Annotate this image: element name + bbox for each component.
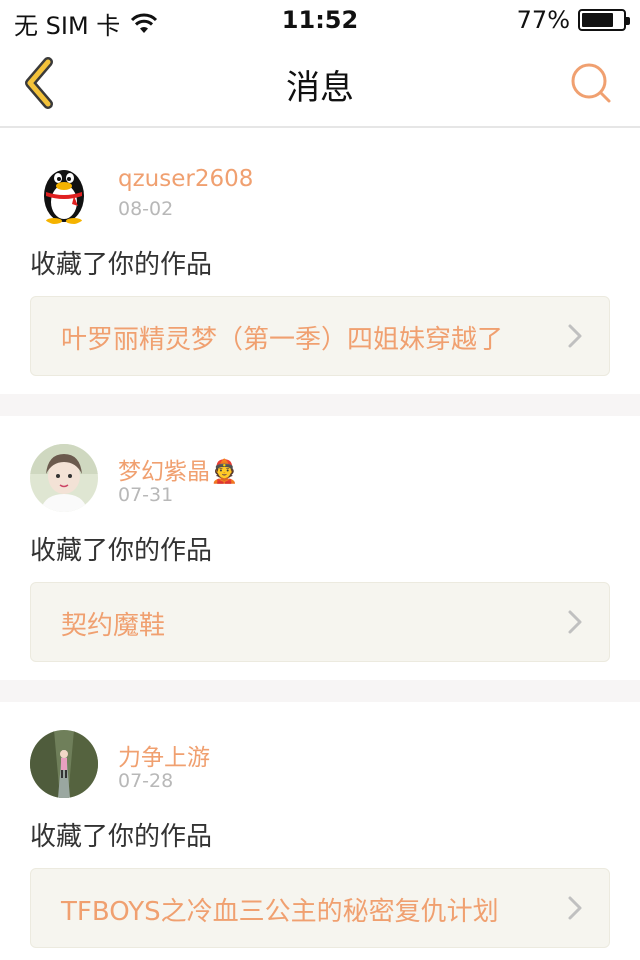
chevron-right-icon <box>568 896 582 920</box>
message-list: qzuser2608 08-02 收藏了你的作品 叶罗丽精灵梦（第一季）四姐妹穿… <box>0 130 640 960</box>
work-title: 契约魔鞋 <box>61 611 166 641</box>
battery-percent: 77% <box>516 6 570 34</box>
section-divider <box>0 680 640 702</box>
penguin-avatar[interactable] <box>30 158 98 226</box>
action-text: 收藏了你的作品 <box>30 822 213 852</box>
work-title: TFBOYS之冷血三公主的秘密复仇计划 <box>61 897 499 927</box>
message-date: 07-31 <box>118 484 174 506</box>
message-card: 梦幻紫晶👲 07-31 收藏了你的作品 契约魔鞋 <box>0 416 640 680</box>
message-date: 07-28 <box>118 770 174 792</box>
penguin-icon <box>30 158 98 226</box>
section-divider <box>0 394 640 416</box>
page-title: 消息 <box>286 68 354 108</box>
battery-level <box>582 13 613 27</box>
work-link[interactable]: 契约魔鞋 <box>30 582 610 662</box>
action-text: 收藏了你的作品 <box>30 536 213 566</box>
chevron-right-icon <box>568 610 582 634</box>
message-date: 08-02 <box>118 198 174 220</box>
work-link[interactable]: TFBOYS之冷血三公主的秘密复仇计划 <box>30 868 610 948</box>
username[interactable]: 力争上游 <box>118 738 210 772</box>
status-right: 77% <box>516 6 630 34</box>
chevron-right-icon <box>568 324 582 348</box>
work-title: 叶罗丽精灵梦（第一季）四姐妹穿越了 <box>61 325 504 355</box>
nav-bar: 消息 <box>0 40 640 128</box>
action-text: 收藏了你的作品 <box>30 250 213 280</box>
work-link[interactable]: 叶罗丽精灵梦（第一季）四姐妹穿越了 <box>30 296 610 376</box>
username[interactable]: qzuser2608 <box>118 166 253 192</box>
username[interactable]: 梦幻紫晶👲 <box>118 452 239 486</box>
user-photo-icon <box>30 444 98 512</box>
message-card: qzuser2608 08-02 收藏了你的作品 叶罗丽精灵梦（第一季）四姐妹穿… <box>0 130 640 394</box>
girl-photo-avatar[interactable] <box>30 444 98 512</box>
search-icon[interactable] <box>570 62 612 104</box>
user-photo-icon <box>30 730 98 798</box>
status-bar: 无 SIM 卡 11:52 77% <box>0 0 640 40</box>
alley-photo-avatar[interactable] <box>30 730 98 798</box>
message-card: 力争上游 07-28 收藏了你的作品 TFBOYS之冷血三公主的秘密复仇计划 <box>0 702 640 960</box>
battery-icon <box>578 9 630 31</box>
